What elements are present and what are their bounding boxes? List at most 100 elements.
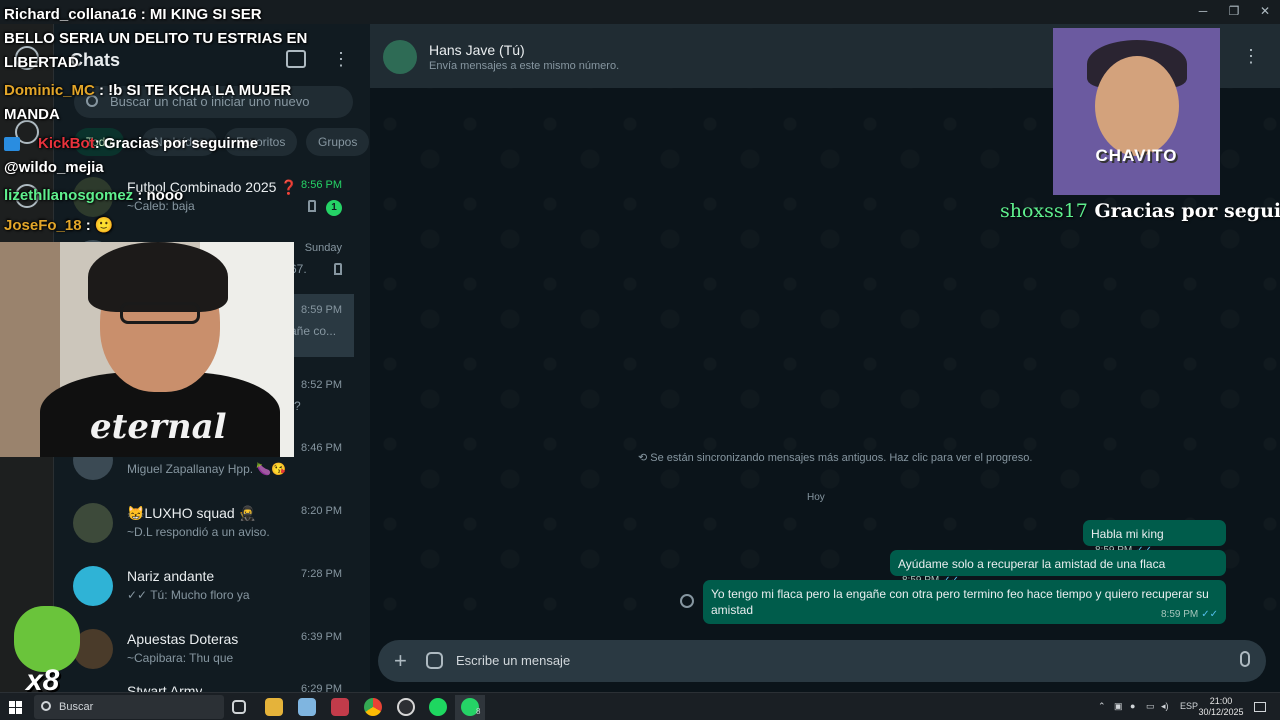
sticker-icon[interactable] [426,652,443,669]
chrome-icon[interactable] [364,698,382,716]
follower-alert-image: CHAVITO [1053,28,1220,195]
contact-avatar[interactable] [383,40,417,74]
desktop: ─ ❐ ✕ Chats ⋮ Buscar un chat o iniciar u… [0,0,1280,720]
webcam-feed: eternal [0,242,294,457]
chat-preview: ~Capibara: Thu que [127,651,234,665]
spotify-icon[interactable] [429,698,447,716]
attach-plus-icon[interactable]: + [394,648,407,674]
composer-bar: + Escribe un mensaje [370,628,1280,692]
shirt-print: eternal [90,407,227,447]
chat-preview: Miguel Zapallanay Hpp. 🍆😘 [127,462,287,476]
message-time: 8:59 PM [1160,609,1199,620]
chat-name: 😸LUXHO squad 🥷 [127,505,257,521]
follower-message: Gracias por seguirme!! [1094,200,1280,222]
overlay-chat-line: Dominic_MC : !b SI TE KCHA LA MUJER [4,82,291,99]
windows-start-icon[interactable] [9,701,22,714]
system-clock[interactable]: 21:00 30/12/2025 [1196,696,1246,718]
overlay-chat-line: @wildo_mejia [4,159,104,176]
notifications-icon[interactable] [1254,702,1266,712]
conversation-menu-icon[interactable]: ⋮ [1242,46,1260,66]
chat-name: Nariz andante [127,568,215,584]
overlay-message: : nooo [133,187,184,204]
overlay-chat-line: LIBERTAD [4,54,79,71]
contact-name: Hans Jave (Tú) [429,42,525,58]
chat-time: 8:56 PM [301,179,342,191]
app-icon[interactable] [331,698,349,716]
overlay-message: : 🙂 [81,217,114,234]
emoji-react-icon[interactable] [680,594,694,608]
chat-time: 7:28 PM [301,568,342,580]
filter-groups[interactable]: Grupos [306,128,370,156]
clock-time: 21:00 [1209,696,1233,706]
microphone-tray-icon[interactable]: ● [1130,701,1135,711]
taskbar: Buscar 8 ⌃ ▣ ● ▭ ◂) ESP 21:00 30/12/2025 [0,692,1280,720]
chat-row[interactable]: Stwart Army 6:29 PM [54,681,370,692]
chat-name: Apuestas Doteras [127,631,239,647]
overlay-message: : MI KING SI SER [136,6,262,23]
overlay-chat-line: BELLO SERIA UN DELITO TU ESTRIAS EN [4,30,308,47]
message-text: Ayúdame solo a recuperar la amistad de u… [898,557,1166,571]
chat-row[interactable]: 😸LUXHO squad 🥷 ~D.L respondió a un aviso… [54,495,370,558]
chat-preview: ? [294,399,301,413]
overlay-message: : !b SI TE KCHA LA MUJER [94,82,292,99]
multiplier-overlay: x8 [8,606,88,698]
file-explorer-icon[interactable] [265,698,283,716]
chat-time: 8:20 PM [301,505,342,517]
clock-date: 30/12/2025 [1198,707,1244,717]
read-ticks-icon: ✓✓ [1201,609,1218,620]
message-bubble[interactable]: Ayúdame solo a recuperar la amistad de u… [890,550,1226,586]
minimize-button[interactable]: ─ [1188,2,1218,20]
chat-row[interactable]: Apuestas Doteras ~Capibara: Thu que 6:39… [54,621,370,684]
volume-icon[interactable]: ◂) [1161,701,1169,712]
new-chat-icon[interactable] [286,50,306,68]
overlay-chat-line: lizethllanosgomez : nooo [4,187,183,204]
notes-app-icon[interactable] [298,698,316,716]
message-text: Habla mi king [1091,527,1164,541]
message-bubble[interactable]: Habla mi king 8:59 PM✓✓ [1083,520,1226,556]
message-text: Yo tengo mi flaca pero la engañe con otr… [711,587,1209,617]
unread-badge: 1 [326,200,342,216]
taskbar-search[interactable]: Buscar [34,695,224,719]
sync-text: Se están sincronizando mensajes más anti… [650,452,1033,464]
maximize-button[interactable]: ❐ [1219,2,1249,20]
kebab-menu-icon[interactable]: ⋮ [332,48,350,70]
chat-time: 8:46 PM [301,442,342,454]
network-icon[interactable]: ▭ [1146,701,1155,712]
day-separator: Hoy [807,492,825,503]
follower-image-label: CHAVITO [1095,146,1178,165]
chat-preview: ✓✓ Tú: Mucho floro ya [127,588,250,602]
pin-icon [334,263,342,275]
overlay-username: Dominic_MC [4,82,95,99]
close-button[interactable]: ✕ [1250,2,1280,20]
chat-time: 6:39 PM [301,631,342,643]
overlay-username: KickBot [38,135,95,152]
overlay-chat-line: JoseFo_18 : 🙂 [4,216,114,234]
chat-row[interactable]: Nariz andante ✓✓ Tú: Mucho floro ya 7:28… [54,558,370,621]
chat-preview: ~D.L respondió a un aviso. [127,525,270,539]
chat-time: 8:52 PM [301,379,342,391]
chat-time: 8:59 PM [301,304,342,316]
sync-notice[interactable]: ⟲ Se están sincronizando mensajes más an… [638,451,1032,464]
avatar [73,566,113,606]
microphone-icon[interactable] [1240,651,1250,667]
message-bubble[interactable]: Yo tengo mi flaca pero la engañe con otr… [703,580,1226,624]
overlay-username: JoseFo_18 [4,217,82,234]
tray-app-icon[interactable]: ▣ [1114,701,1123,712]
tray-chevron-icon[interactable]: ⌃ [1098,701,1106,712]
task-view-icon[interactable] [232,700,246,714]
overlay-username: lizethllanosgomez [4,187,134,204]
chat-time: 6:29 PM [301,683,342,692]
obs-icon[interactable] [397,698,415,716]
follower-username: shoxss17 [1000,200,1088,222]
message-placeholder: Escribe un mensaje [456,653,571,668]
overlay-chat-line: MANDA [4,106,60,123]
overlay-chat-line: Richard_collana16 : MI KING SI SER [4,6,262,23]
chat-preview: añe co... [290,324,337,338]
bot-badge-icon [4,137,20,151]
taskbar-search-label: Buscar [59,701,94,713]
chat-time: Sunday [304,242,342,254]
follower-alert-caption: shoxss17 Gracias por seguirme!! [1000,200,1280,222]
message-input[interactable]: + Escribe un mensaje [378,640,1266,682]
avatar [73,503,113,543]
overlay-chat-line: KickBot: Gracias por seguirme [38,135,258,152]
